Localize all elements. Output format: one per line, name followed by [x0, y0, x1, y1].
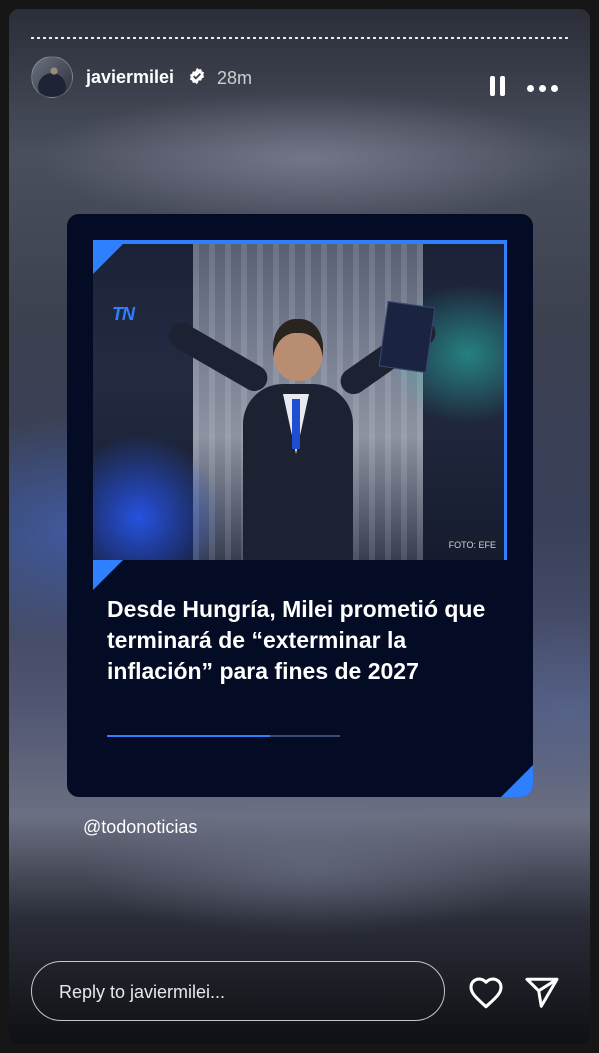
post-time: 28m — [217, 68, 253, 88]
story-progress-bar — [31, 37, 568, 39]
blue-smoke — [93, 434, 223, 560]
person-tie — [292, 399, 300, 449]
avatar[interactable] — [31, 56, 73, 98]
person-head — [273, 319, 323, 381]
photo-credit: FOTO: EFE — [448, 540, 496, 550]
folder — [378, 300, 436, 374]
reply-input[interactable]: Reply to javiermilei... — [59, 980, 419, 1004]
reply-field[interactable]: Reply to javiermilei... — [31, 961, 445, 1021]
story-header: javiermilei 28m — [31, 56, 568, 100]
send-icon[interactable] — [524, 975, 560, 1009]
news-photo: TN FOTO: EFE — [93, 240, 507, 560]
more-options-icon[interactable] — [527, 76, 561, 98]
verified-badge-icon — [189, 67, 205, 85]
corner-accent — [93, 244, 123, 274]
username[interactable]: javiermilei — [86, 67, 174, 88]
corner-accent — [501, 765, 533, 797]
corner-accent — [93, 560, 123, 590]
mention-sticker[interactable]: @todonoticias — [83, 817, 197, 838]
news-headline: Desde Hungría, Milei prometió que termin… — [107, 596, 486, 684]
tn-logo: TN — [112, 304, 135, 324]
news-card[interactable]: TN FOTO: EFE Desde Hungría, Milei promet… — [67, 214, 533, 797]
pause-icon[interactable] — [490, 76, 508, 98]
heart-icon[interactable] — [467, 975, 505, 1009]
headline-divider — [107, 735, 340, 737]
story-viewer: javiermilei 28m TN FOTO: EFE Desde Hungr… — [9, 9, 590, 1044]
